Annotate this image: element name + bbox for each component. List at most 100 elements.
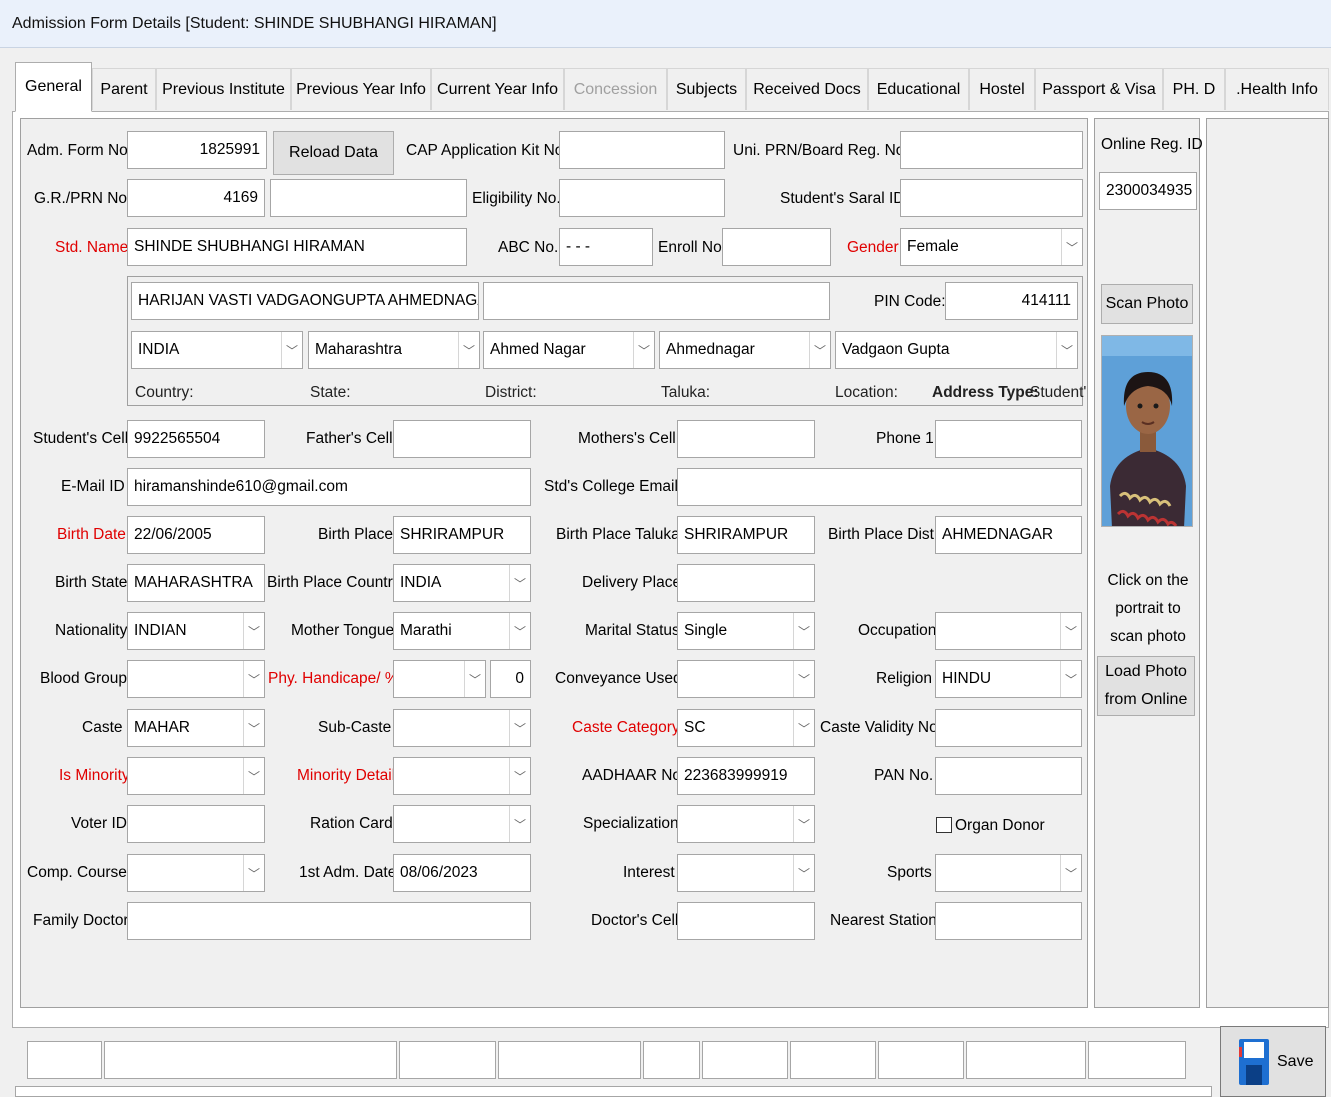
student-portrait[interactable]: [1101, 335, 1193, 527]
birth-state-field[interactable]: MAHARASHTRA: [127, 564, 265, 602]
chevron-down-icon: ﹀: [464, 661, 485, 697]
fathers-cell-field[interactable]: [393, 420, 531, 458]
birth-place-taluka-field[interactable]: SHRIRAMPUR: [677, 516, 815, 554]
gr-prn-label: G.R./PRN No.: [34, 190, 132, 207]
phy-handicap-percent-field[interactable]: 0: [490, 660, 531, 698]
chevron-down-icon: ﹀: [1060, 855, 1081, 891]
eligibility-label: Eligibility No.: [472, 190, 561, 207]
location-dropdown[interactable]: Vadgaon Gupta ﹀: [835, 331, 1078, 369]
caste-category-dropdown[interactable]: SC ﹀: [677, 709, 815, 747]
minority-detail-dropdown[interactable]: ﹀: [393, 757, 531, 795]
caste-validity-field[interactable]: [935, 709, 1082, 747]
phy-handicap-dropdown[interactable]: ﹀: [393, 660, 486, 698]
chevron-down-icon: ﹀: [509, 710, 530, 746]
district-label: District:: [485, 384, 537, 401]
aadhaar-field[interactable]: 223683999919: [677, 757, 815, 795]
abc-no-field[interactable]: - - -: [559, 228, 653, 266]
gr-prn-field[interactable]: 4169: [127, 179, 265, 217]
load-photo-online-button[interactable]: Load Photo from Online: [1097, 656, 1195, 716]
first-adm-date-field[interactable]: 08/06/2023: [393, 854, 531, 892]
doctors-cell-field[interactable]: [677, 902, 815, 940]
blood-group-dropdown[interactable]: ﹀: [127, 660, 265, 698]
mother-tongue-dropdown[interactable]: Marathi ﹀: [393, 612, 531, 650]
state-dropdown[interactable]: Maharashtra ﹀: [308, 331, 480, 369]
conveyance-dropdown[interactable]: ﹀: [677, 660, 815, 698]
taluka-dropdown[interactable]: Ahmednagar ﹀: [659, 331, 831, 369]
chevron-down-icon: ﹀: [633, 332, 654, 368]
nationality-dropdown[interactable]: INDIAN ﹀: [127, 612, 265, 650]
status-cell: [399, 1041, 496, 1079]
ration-card-dropdown[interactable]: ﹀: [393, 805, 531, 843]
district-dropdown[interactable]: Ahmed Nagar ﹀: [483, 331, 655, 369]
religion-dropdown[interactable]: HINDU ﹀: [935, 660, 1082, 698]
students-cell-field[interactable]: 9922565504: [127, 420, 265, 458]
birth-date-field[interactable]: 22/06/2005: [127, 516, 265, 554]
family-doctor-field[interactable]: [127, 902, 531, 940]
saral-id-field[interactable]: [900, 179, 1083, 217]
country-dropdown[interactable]: INDIA ﹀: [131, 331, 303, 369]
doctors-cell-label: Doctor's Cell: [591, 912, 679, 929]
sub-caste-dropdown[interactable]: ﹀: [393, 709, 531, 747]
status-cell: [966, 1041, 1086, 1079]
birth-place-field[interactable]: SHRIRAMPUR: [393, 516, 531, 554]
is-minority-dropdown[interactable]: ﹀: [127, 757, 265, 795]
save-label: Save: [1277, 1052, 1314, 1070]
chevron-down-icon: ﹀: [793, 806, 814, 842]
country-label: Country:: [135, 384, 194, 401]
phone1-label: Phone 1: [876, 430, 934, 447]
birth-place-country-dropdown[interactable]: INDIA ﹀: [393, 564, 531, 602]
enroll-no-field[interactable]: [722, 228, 831, 266]
comp-course-dropdown[interactable]: ﹀: [127, 854, 265, 892]
family-doctor-label: Family Doctor: [33, 912, 129, 929]
cap-kit-field[interactable]: [559, 131, 725, 169]
caste-category-label: Caste Category: [572, 719, 680, 736]
uni-prn-field[interactable]: [900, 131, 1083, 169]
organ-donor-checkbox[interactable]: [936, 817, 952, 833]
address-line2-field[interactable]: [483, 282, 830, 320]
voter-id-label: Voter ID: [71, 815, 127, 832]
occupation-dropdown[interactable]: ﹀: [935, 612, 1082, 650]
gender-dropdown[interactable]: Female ﹀: [900, 228, 1083, 266]
chevron-down-icon: ﹀: [1061, 229, 1082, 265]
chevron-down-icon: ﹀: [509, 613, 530, 649]
specialization-dropdown[interactable]: ﹀: [677, 805, 815, 843]
interest-dropdown[interactable]: ﹀: [677, 854, 815, 892]
pin-code-label: PIN Code:: [874, 293, 946, 310]
chevron-down-icon: ﹀: [243, 710, 264, 746]
online-reg-id-field[interactable]: 2300034935: [1099, 172, 1197, 210]
chevron-down-icon: ﹀: [509, 806, 530, 842]
status-cell: [878, 1041, 964, 1079]
reload-data-button[interactable]: Reload Data: [273, 131, 394, 175]
phy-handicap-label: Phy. Handicape/ %: [268, 670, 399, 687]
adm-form-no-field[interactable]: 1825991: [127, 131, 267, 169]
caste-dropdown[interactable]: MAHAR ﹀: [127, 709, 265, 747]
nearest-station-field[interactable]: [935, 902, 1082, 940]
mothers-cell-field[interactable]: [677, 420, 815, 458]
address-line1-field[interactable]: HARIJAN VASTI VADGAONGUPTA AHMEDNAGAR: [131, 282, 479, 320]
eligibility-field[interactable]: [559, 179, 725, 217]
marital-status-dropdown[interactable]: Single ﹀: [677, 612, 815, 650]
scan-photo-button[interactable]: Scan Photo: [1101, 284, 1193, 324]
std-name-field[interactable]: SHINDE SHUBHANGI HIRAMAN: [127, 228, 467, 266]
cap-kit-label: CAP Application Kit No.: [406, 142, 568, 159]
birth-place-dist-field[interactable]: AHMEDNAGAR: [935, 516, 1082, 554]
sports-dropdown[interactable]: ﹀: [935, 854, 1082, 892]
pin-code-field[interactable]: 414111: [945, 282, 1078, 320]
chevron-down-icon: ﹀: [509, 758, 530, 794]
delivery-place-field[interactable]: [677, 564, 815, 602]
voter-id-field[interactable]: [127, 805, 265, 843]
chevron-down-icon: ﹀: [809, 332, 830, 368]
email-label: E-Mail ID: [61, 478, 125, 495]
birth-place-country-label: Birth Place Country: [267, 574, 401, 591]
pan-field[interactable]: [935, 757, 1082, 795]
gender-label: Gender: [847, 239, 899, 256]
email-field[interactable]: hiramanshinde610@gmail.com: [127, 468, 531, 506]
gr-prn-extra-field[interactable]: [270, 179, 467, 217]
college-email-field[interactable]: [677, 468, 1082, 506]
phone1-field[interactable]: [935, 420, 1082, 458]
chevron-down-icon: ﹀: [1060, 661, 1081, 697]
college-email-label: Std's College Email: [544, 478, 678, 495]
horizontal-scrollbar[interactable]: [15, 1086, 1212, 1097]
comp-course-label: Comp. Course: [27, 864, 127, 881]
save-button[interactable]: Save: [1220, 1026, 1326, 1097]
